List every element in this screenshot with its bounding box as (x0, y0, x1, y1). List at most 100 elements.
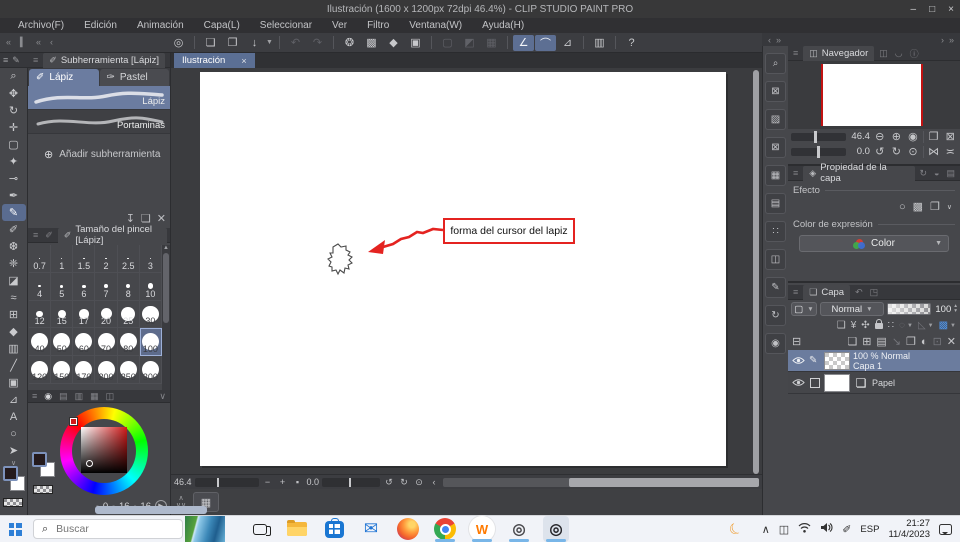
scroll-up-icon[interactable]: ▲ (163, 245, 169, 251)
combine-with-lower-layer-button[interactable]: ❐ (906, 335, 916, 348)
shrink-selection-button[interactable]: ▦ (481, 35, 502, 51)
subtool-tab-lapiz[interactable]: ✐ Lápiz (29, 69, 99, 86)
dock-quick-access-button[interactable]: ⌕ (765, 53, 786, 74)
airbrush-tool[interactable]: ❆ (2, 238, 26, 255)
color-mixing-tab[interactable]: ▦ (90, 391, 99, 402)
dock-collapse-left[interactable]: ‹ » (768, 35, 781, 45)
brush-size-200[interactable]: 200 (95, 356, 118, 384)
transparent-color-swatch[interactable] (3, 498, 23, 507)
brush-size-6[interactable]: 6 (73, 272, 96, 301)
add-subtool-button[interactable]: ⊕ Añadir subherramienta (28, 134, 170, 161)
subtool-item-lapiz[interactable]: Lápiz (28, 86, 170, 110)
blend-tool[interactable]: ≈ (2, 289, 26, 306)
layer-thumbnail[interactable] (824, 373, 850, 392)
pencil-tool[interactable]: ✎ (1, 204, 26, 221)
microsoft-store-button[interactable] (321, 516, 347, 542)
brush-size-17[interactable]: 17 (73, 300, 96, 329)
brush-tool[interactable]: ✐ (2, 221, 26, 238)
layer-comp-tab[interactable]: ◳ (868, 287, 881, 298)
opacity-stepper[interactable]: ▴ ▾ (954, 303, 957, 315)
selection-tool[interactable]: ▢ (2, 136, 26, 153)
chevron-down-icon[interactable]: ∨ (159, 391, 166, 402)
brush-size-70[interactable]: 70 (95, 328, 118, 357)
options-tab[interactable]: ▤ (944, 168, 957, 179)
window-bottom-scroll-strip[interactable] (95, 506, 207, 514)
sv-cursor[interactable] (86, 460, 93, 467)
task-view-button[interactable] (247, 516, 273, 542)
mail-button[interactable]: ✉ (358, 516, 384, 542)
clip-studio-logo-button[interactable]: ◎ (168, 35, 189, 51)
gradient-tool[interactable]: ▥ (2, 340, 26, 357)
pen-icon[interactable]: ✐ (842, 523, 851, 536)
chevron-down-icon[interactable]: ∨ (947, 203, 952, 211)
fill-tool[interactable]: ◆ (2, 323, 26, 340)
rotate-reset-button[interactable]: ⊙ (413, 477, 425, 488)
color-slider-tab[interactable]: ▤ (59, 391, 68, 402)
dock-collapse-right[interactable]: › » (941, 35, 954, 45)
nav-rotate-cw-button[interactable]: ↻ (890, 145, 904, 158)
color-panel-menu-icon[interactable]: ≡ (32, 391, 37, 401)
notifications-icon[interactable] (939, 523, 952, 535)
balloon-tool[interactable]: ○ (2, 425, 26, 442)
canvas-zoom-slider[interactable] (194, 477, 259, 487)
new-raster-layer-button[interactable]: ❏ (847, 335, 857, 348)
rotate-cw-button[interactable]: ↻ (398, 477, 410, 488)
border-effect-button[interactable]: ○ (899, 201, 906, 213)
tool-panel-menu-icon[interactable]: ≡ (3, 55, 8, 65)
brush-size-0.7[interactable]: 0.7 (29, 245, 52, 273)
toolbar-collapse-handles[interactable]: «▍ «‹ (0, 37, 168, 48)
brush-size-1.5[interactable]: 1.5 (73, 245, 96, 273)
nav-zoom-out-button[interactable]: ⊖ (873, 130, 887, 143)
brush-size-scrollbar[interactable]: ▲ (162, 245, 170, 390)
nav-rotate-reset-button[interactable]: ⊙ (906, 145, 920, 158)
move-tool[interactable]: ✛ (2, 119, 26, 136)
taskbar-search[interactable]: ⌕ (33, 519, 183, 539)
layer-thumbnail[interactable] (824, 351, 850, 370)
apply-mask-button[interactable]: ⊡ (933, 335, 942, 348)
search-input[interactable] (54, 522, 155, 536)
color-set-tab[interactable]: ▥ (75, 391, 84, 402)
lock-layer-icon[interactable] (874, 318, 883, 329)
wifi-icon[interactable] (798, 522, 811, 536)
navigator-zoom-slider[interactable] (791, 130, 846, 143)
layer-color-effect-button[interactable]: ❐ (930, 200, 940, 213)
expression-color-dropdown[interactable]: Color ▼ (799, 235, 949, 252)
language-indicator[interactable]: ESP (860, 524, 879, 535)
layer-property-tab[interactable]: ◈ Propiedad de la capa (803, 162, 915, 184)
clip-to-layer-below-button[interactable]: ❑ (837, 320, 846, 331)
brush-size-100[interactable]: 100 (139, 328, 162, 357)
zoom-out-button[interactable]: − (262, 477, 274, 487)
eraser-tool[interactable]: ◪ (2, 272, 26, 289)
auto-select-tool[interactable]: ✦ (2, 153, 26, 170)
subtool-item-portaminas[interactable]: Portaminas (28, 110, 170, 134)
widgets-weather-thumbnail[interactable] (185, 516, 225, 542)
collapse-left-icon[interactable]: ‹ (428, 477, 440, 487)
nav-flip-vertical-button[interactable]: ≍ (943, 145, 957, 158)
dock-material-1-button[interactable]: ⊠ (765, 81, 786, 102)
layer-property-menu-icon[interactable]: ≡ (791, 168, 800, 178)
dock-material-6-button[interactable]: ∷ (765, 221, 786, 242)
brush-size-40[interactable]: 40 (29, 328, 52, 357)
line-tool[interactable]: ╱ (2, 357, 26, 374)
clear-selection-button[interactable]: ❂ (339, 35, 360, 51)
volume-icon[interactable] (820, 522, 833, 536)
close-button[interactable]: × (948, 4, 954, 15)
subtool-tab-pastel[interactable]: ✑ Pastel (99, 69, 169, 86)
object-tool[interactable]: ➤ (2, 442, 26, 459)
start-button[interactable] (0, 522, 30, 536)
wattpad-button[interactable]: W (469, 516, 495, 542)
color-wheel-tab[interactable]: ◉ (44, 391, 52, 402)
layer-color-dropdown[interactable]: ▢ ▼ (791, 302, 817, 316)
dock-material-2-button[interactable]: ▨ (765, 109, 786, 130)
main-color-swatch[interactable] (3, 466, 18, 481)
palette-dock-button[interactable]: ⊟ (792, 335, 801, 348)
brush-size-150[interactable]: 150 (51, 356, 74, 384)
dock-material-10-button[interactable]: ◉ (765, 333, 786, 354)
frame-border-tool[interactable]: ▣ (2, 374, 26, 391)
nav-zoom-in-button[interactable]: ⊕ (890, 130, 904, 143)
brush-size-25[interactable]: 25 (117, 300, 140, 329)
menu-capa-l[interactable]: Capa(L) (194, 20, 250, 31)
dock-material-4-button[interactable]: ▦ (765, 165, 786, 186)
clock[interactable]: 21:27 11/4/2023 (888, 518, 930, 540)
canvas-page[interactable] (200, 72, 726, 466)
